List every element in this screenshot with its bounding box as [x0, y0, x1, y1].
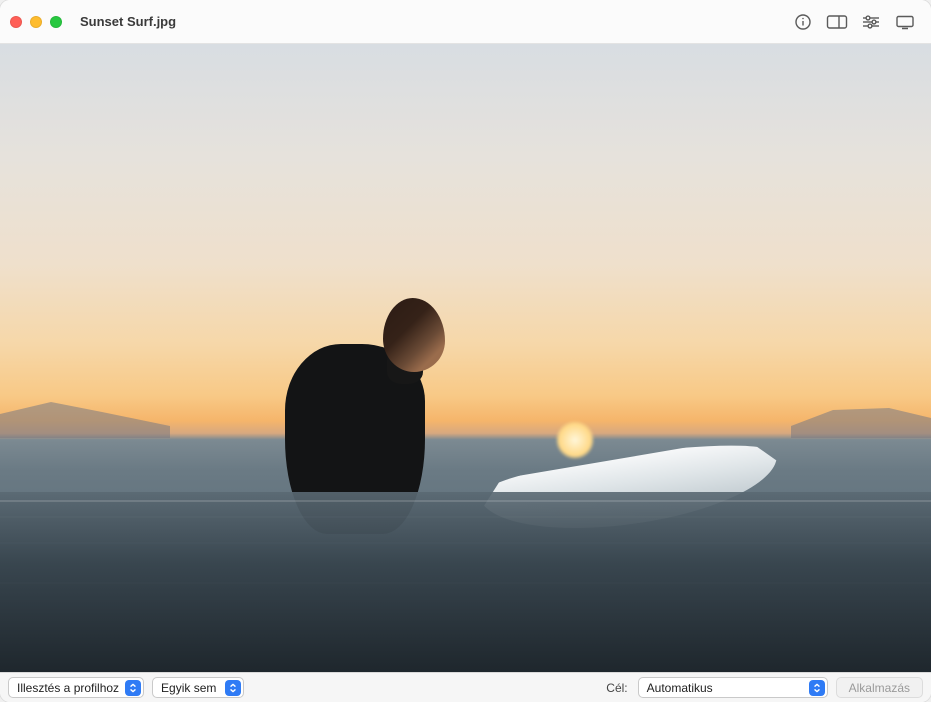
- traffic-lights: [10, 16, 62, 28]
- info-icon: [794, 13, 812, 31]
- chevron-updown-icon: [225, 680, 241, 696]
- target-select[interactable]: Automatikus: [638, 677, 828, 698]
- display-icon: [895, 14, 915, 30]
- target-value: Automatikus: [647, 681, 803, 695]
- titlebar: Sunset Surf.jpg: [0, 0, 931, 44]
- adjust-button[interactable]: [855, 9, 887, 35]
- toolbar-right: [787, 9, 921, 35]
- profile-none-label: Egyik sem: [161, 681, 219, 695]
- adjust-icon: [861, 14, 881, 30]
- image-viewport[interactable]: [0, 44, 931, 672]
- chevron-updown-icon: [125, 680, 141, 696]
- info-button[interactable]: [787, 9, 819, 35]
- window-title: Sunset Surf.jpg: [80, 14, 176, 29]
- apply-button[interactable]: Alkalmazás: [836, 677, 923, 698]
- apply-button-label: Alkalmazás: [849, 681, 910, 695]
- close-button[interactable]: [10, 16, 22, 28]
- minimize-button[interactable]: [30, 16, 42, 28]
- match-profile-select[interactable]: Illesztés a profilhoz: [8, 677, 144, 698]
- maximize-button[interactable]: [50, 16, 62, 28]
- image-background: [0, 492, 931, 672]
- compare-icon: [826, 14, 848, 30]
- chevron-updown-icon: [809, 680, 825, 696]
- image-background: [555, 420, 595, 460]
- compare-button[interactable]: [821, 9, 853, 35]
- bottom-bar: Illesztés a profilhoz Egyik sem Cél: Aut…: [0, 672, 931, 702]
- profile-none-select[interactable]: Egyik sem: [152, 677, 244, 698]
- app-window: Sunset Surf.jpg: [0, 0, 931, 702]
- display-button[interactable]: [889, 9, 921, 35]
- target-label: Cél:: [606, 681, 627, 695]
- match-profile-label: Illesztés a profilhoz: [17, 681, 119, 695]
